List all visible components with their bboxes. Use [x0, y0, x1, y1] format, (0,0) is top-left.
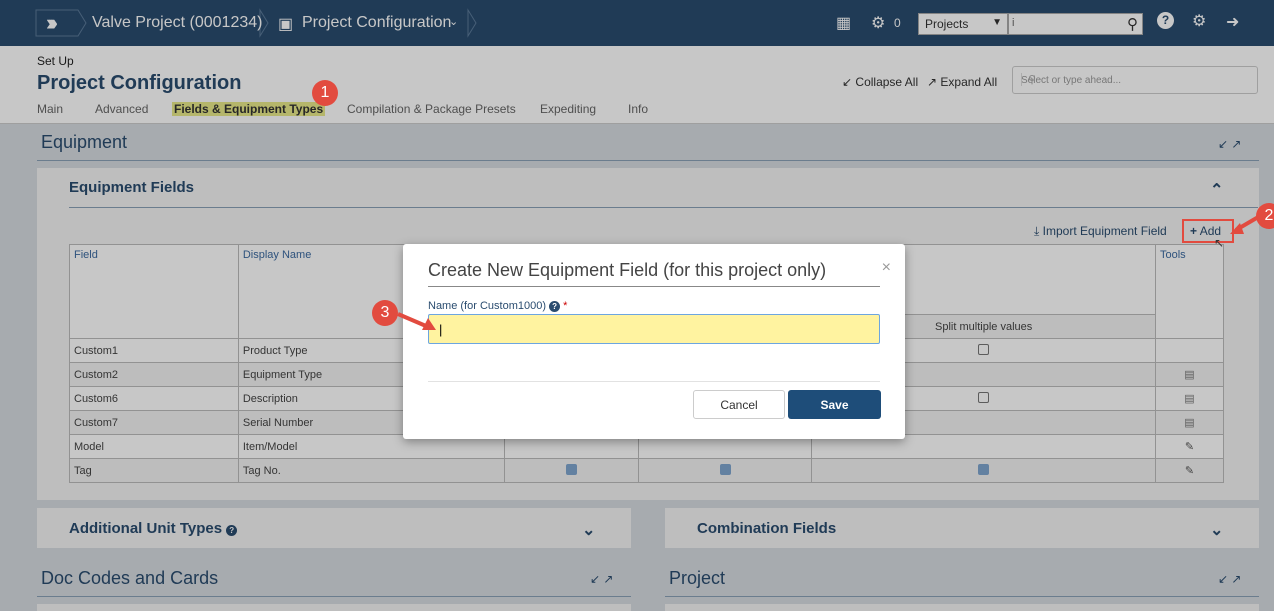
help-icon[interactable]: ? — [549, 301, 561, 312]
modal-backdrop-top — [0, 0, 1274, 124]
name-field-label-text: Name (for Custom1000) — [428, 300, 546, 312]
annotation-badge-1: 1 — [312, 80, 338, 106]
required-marker: * — [563, 300, 568, 312]
modal-footer-divider — [428, 381, 880, 382]
modal-divider — [428, 286, 880, 287]
mouse-cursor-icon: ↖ — [1214, 236, 1225, 250]
create-field-modal: Create New Equipment Field (for this pro… — [403, 244, 905, 439]
modal-title: Create New Equipment Field (for this pro… — [428, 260, 827, 280]
annotation-arrow-3 — [397, 312, 436, 330]
annotation-arrow-2 — [1230, 214, 1262, 234]
name-input[interactable] — [428, 314, 880, 344]
annotation-badge-3: 3 — [372, 300, 398, 326]
close-icon[interactable]: × — [882, 259, 891, 277]
cancel-button[interactable]: Cancel — [693, 390, 785, 419]
name-field-label: Name (for Custom1000) ? * — [428, 300, 567, 312]
save-button[interactable]: Save — [788, 390, 881, 419]
